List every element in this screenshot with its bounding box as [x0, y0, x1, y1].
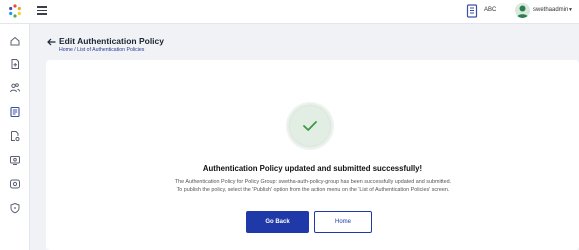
key-icon	[10, 179, 20, 189]
top-bar: ABC swethaadmin ▼	[0, 0, 579, 24]
organization-icon[interactable]	[466, 4, 478, 18]
user-avatar[interactable]	[515, 3, 530, 18]
document-add-icon	[11, 59, 19, 69]
sidebar-item-users[interactable]	[8, 81, 22, 95]
sidebar-item-monitor[interactable]	[8, 153, 22, 167]
document-settings-icon	[11, 131, 20, 142]
user-avatar-icon	[516, 5, 529, 18]
success-badge	[286, 102, 334, 150]
breadcrumb-home-link[interactable]: Home	[59, 47, 73, 53]
success-card: Authentication Policy updated and submit…	[46, 60, 579, 250]
breadcrumb-current-link[interactable]: List of Authentication Policies	[77, 47, 144, 53]
sidebar-item-policies[interactable]	[8, 105, 22, 119]
organization-name[interactable]: ABC	[484, 7, 496, 13]
home-icon	[10, 36, 20, 46]
sidebar-item-home[interactable]	[8, 34, 22, 48]
page-title: Edit Authentication Policy	[59, 36, 164, 46]
chevron-down-icon[interactable]: ▼	[568, 7, 573, 13]
user-name[interactable]: swethaadmin	[533, 7, 568, 13]
checkmark-icon	[303, 121, 317, 131]
success-message: The Authentication Policy for Policy Gro…	[174, 179, 452, 193]
go-back-button[interactable]: Go Back	[246, 211, 309, 233]
app-logo-icon[interactable]	[8, 4, 22, 18]
success-title: Authentication Policy updated and submit…	[202, 164, 423, 173]
shield-icon	[10, 202, 20, 214]
breadcrumb: Home / List of Authentication Policies	[59, 47, 144, 53]
users-icon	[10, 83, 20, 93]
home-button[interactable]: Home	[314, 211, 372, 233]
back-arrow-icon[interactable]	[47, 38, 56, 46]
sidebar-item-security[interactable]	[8, 201, 22, 215]
sidebar-item-keys[interactable]	[8, 177, 22, 191]
monitor-icon	[10, 156, 20, 165]
sidebar-item-add-document[interactable]	[8, 57, 22, 71]
sidebar	[0, 24, 30, 250]
menu-toggle-icon[interactable]	[37, 6, 47, 15]
policy-list-icon	[10, 106, 20, 118]
sidebar-item-document-settings[interactable]	[8, 129, 22, 143]
